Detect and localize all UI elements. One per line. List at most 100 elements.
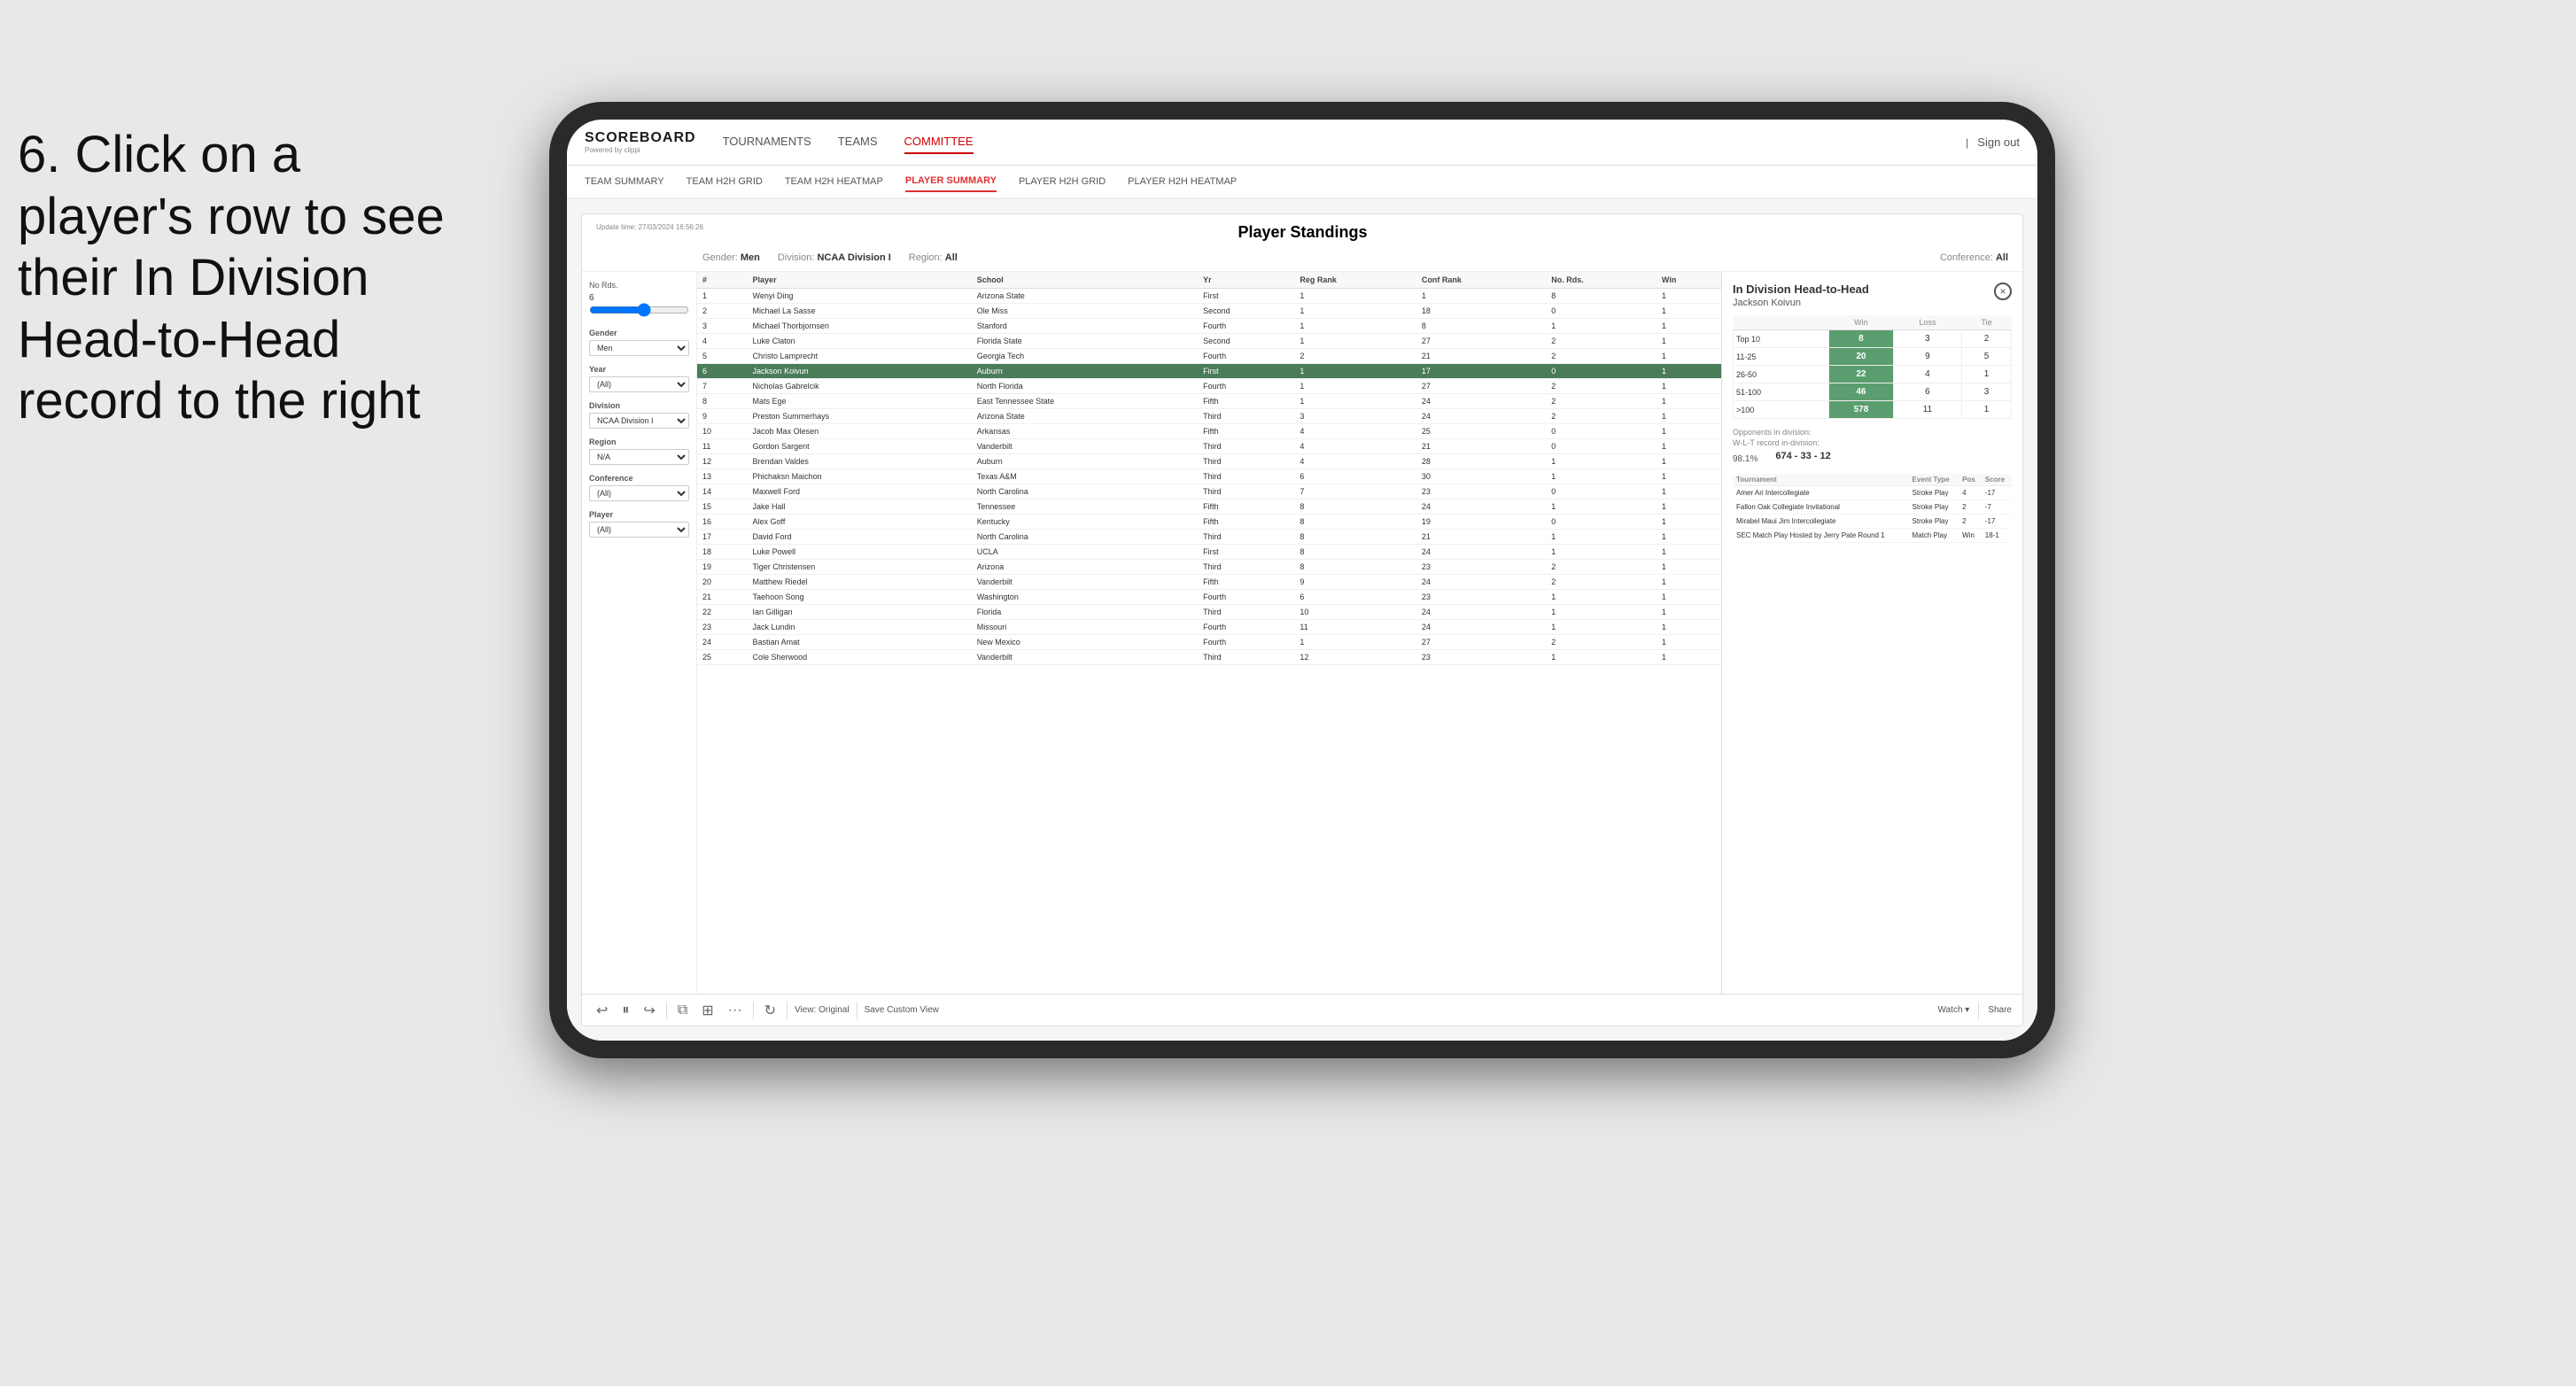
sidebar-gender-label: Gender [589,329,689,337]
cell-reg: 2 [1294,349,1416,364]
close-button[interactable]: × [1994,283,2012,300]
cell-school: New Mexico [972,635,1198,650]
table-row[interactable]: 11 Gordon Sargent Vanderbilt Third 4 21 … [697,439,1721,454]
cell-school: Texas A&M [972,469,1198,484]
cell-win: 1 [1657,364,1721,379]
table-row[interactable]: 22 Ian Gilligan Florida Third 10 24 1 1 [697,605,1721,620]
watch-button[interactable]: Watch ▾ [1938,1005,1970,1015]
h2h-win: 22 [1828,366,1893,383]
cell-win: 1 [1657,349,1721,364]
tab-player-h2h-heatmap[interactable]: PLAYER H2H HEATMAP [1128,172,1237,191]
rounds-slider[interactable] [589,303,689,317]
tab-player-summary[interactable]: PLAYER SUMMARY [905,171,997,192]
h2h-win: 20 [1828,348,1893,366]
cell-reg: 8 [1294,560,1416,575]
nav-committee[interactable]: COMMITTEE [904,130,974,154]
cell-player: Michael Thorbjornsen [748,319,972,334]
col-rank: # [697,272,748,289]
sidebar-conference-label: Conference [589,474,689,483]
cell-conf: 24 [1416,545,1546,560]
h2h-info: In Division Head-to-Head Jackson Koivun [1733,283,1869,308]
refresh-button[interactable]: ↻ [761,1000,780,1021]
cell-yr: Fourth [1198,379,1294,394]
year-select[interactable]: (All) [589,376,689,392]
view-original[interactable]: View: Original [795,1005,850,1015]
share-button[interactable]: Share [1988,1005,2012,1015]
save-custom-view[interactable]: Save Custom View [865,1005,939,1015]
pause-button[interactable]: ⏸ [618,1001,632,1020]
cell-win: 1 [1657,635,1721,650]
table-row[interactable]: 20 Matthew Riedel Vanderbilt Fifth 9 24 … [697,575,1721,590]
cell-rds: 1 [1546,530,1657,545]
table-row[interactable]: 14 Maxwell Ford North Carolina Third 7 2… [697,484,1721,499]
nav-teams[interactable]: TEAMS [838,130,878,154]
table-row[interactable]: 1 Wenyi Ding Arizona State First 1 1 8 1 [697,289,1721,304]
toolbar-div5 [1978,1002,1979,1019]
cell-conf: 28 [1416,454,1546,469]
player-select[interactable]: (All) [589,522,689,538]
cell-rds: 1 [1546,620,1657,635]
pct-value: 98.1% [1733,454,1757,464]
table-row[interactable]: 6 Jackson Koivun Auburn First 1 17 0 1 [697,364,1721,379]
cell-school: Georgia Tech [972,349,1198,364]
division-select[interactable]: NCAA Division I [589,413,689,429]
rounds-value: 6 [589,293,689,303]
rounds-label: No Rds. [589,281,689,290]
dots-button[interactable]: ··· [725,1001,746,1020]
redo-button[interactable]: ↪ [640,1000,658,1021]
table-row[interactable]: 4 Luke Claton Florida State Second 1 27 … [697,334,1721,349]
nav-tournaments[interactable]: TOURNAMENTS [723,130,811,154]
table-row[interactable]: 5 Christo Lamprecht Georgia Tech Fourth … [697,349,1721,364]
table-row[interactable]: 2 Michael La Sasse Ole Miss Second 1 18 … [697,304,1721,319]
gender-select[interactable]: Men [589,340,689,356]
table-row[interactable]: 23 Jack Lundin Missouri Fourth 11 24 1 1 [697,620,1721,635]
undo-button[interactable]: ↩ [593,1000,611,1021]
table-row[interactable]: 24 Bastian Amat New Mexico Fourth 1 27 2… [697,635,1721,650]
cell-reg: 8 [1294,530,1416,545]
table-row[interactable]: 18 Luke Powell UCLA First 8 24 1 1 [697,545,1721,560]
dashboard-header: Update time: 27/03/2024 16:56:26 Player … [582,214,2022,272]
t-type: Match Play [1909,529,1959,543]
table-row[interactable]: 15 Jake Hall Tennessee Fifth 8 24 1 1 [697,499,1721,515]
table-row[interactable]: 25 Cole Sherwood Vanderbilt Third 12 23 … [697,650,1721,665]
h2h-win: 578 [1828,401,1893,419]
cell-win: 1 [1657,379,1721,394]
table-row[interactable]: 3 Michael Thorbjornsen Stanford Fourth 1… [697,319,1721,334]
h2h-panel: In Division Head-to-Head Jackson Koivun … [1721,272,2022,994]
h2h-col-loss: Loss [1893,315,1961,330]
tab-team-h2h-heatmap[interactable]: TEAM H2H HEATMAP [785,172,883,191]
region-select[interactable]: N/A [589,449,689,465]
cell-player: Maxwell Ford [748,484,972,499]
copy-button[interactable]: ⧉ [674,1001,691,1020]
cell-rds: 0 [1546,304,1657,319]
cell-player: Jake Hall [748,499,972,515]
table-row[interactable]: 8 Mats Ege East Tennessee State Fifth 1 … [697,394,1721,409]
col-win: Win [1657,272,1721,289]
cell-rds: 2 [1546,349,1657,364]
table-row[interactable]: 21 Taehoon Song Washington Fourth 6 23 1… [697,590,1721,605]
cell-yr: Third [1198,605,1294,620]
table-row[interactable]: 12 Brendan Valdes Auburn Third 4 28 1 1 [697,454,1721,469]
cell-conf: 19 [1416,515,1546,530]
tab-player-h2h-grid[interactable]: PLAYER H2H GRID [1019,172,1106,191]
table-row[interactable]: 19 Tiger Christensen Arizona Third 8 23 … [697,560,1721,575]
table-row[interactable]: 13 Phichaksn Maichon Texas A&M Third 6 3… [697,469,1721,484]
sign-out-link[interactable]: Sign out [1977,131,2020,153]
tab-team-h2h-grid[interactable]: TEAM H2H GRID [687,172,763,191]
logo-title: SCOREBOARD [585,130,696,146]
cell-reg: 10 [1294,605,1416,620]
table-row[interactable]: 10 Jacob Max Olesen Arkansas Fifth 4 25 … [697,424,1721,439]
table-area[interactable]: # Player School Yr Reg Rank Conf Rank No… [697,272,1721,994]
conference-select[interactable]: (All) [589,485,689,501]
table-row[interactable]: 17 David Ford North Carolina Third 8 21 … [697,530,1721,545]
tab-team-summary[interactable]: TEAM SUMMARY [585,172,664,191]
cell-conf: 21 [1416,439,1546,454]
table-row[interactable]: 9 Preston Summerhays Arizona State Third… [697,409,1721,424]
table-row[interactable]: 16 Alex Goff Kentucky Fifth 8 19 0 1 [697,515,1721,530]
cell-player: Phichaksn Maichon [748,469,972,484]
cell-player: Cole Sherwood [748,650,972,665]
opponents-label: Opponents in division: [1733,428,2012,437]
table-row[interactable]: 7 Nicholas Gabrelcik North Florida Fourt… [697,379,1721,394]
filter-button[interactable]: ⊞ [698,1000,717,1021]
cell-player: David Ford [748,530,972,545]
